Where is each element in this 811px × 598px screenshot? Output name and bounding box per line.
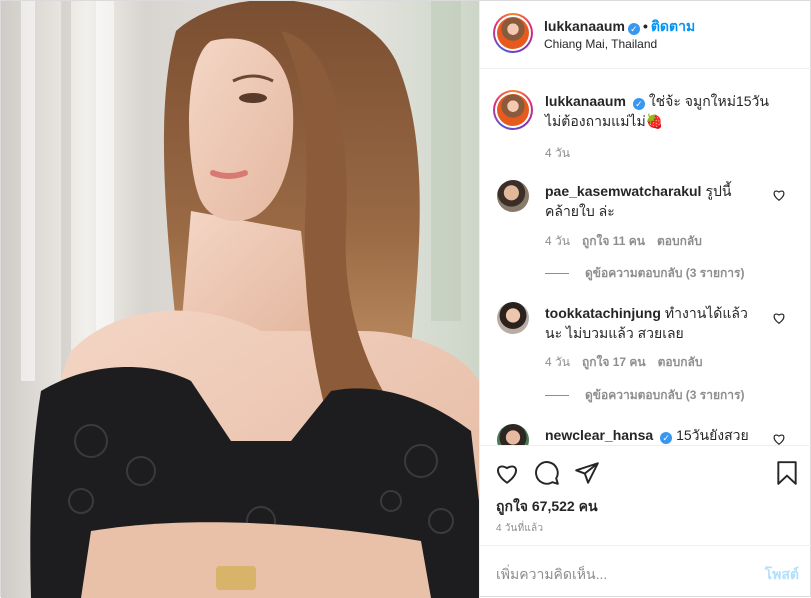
- commenter-avatar[interactable]: [497, 302, 529, 334]
- comment-username[interactable]: newclear_hansa: [545, 427, 653, 443]
- comment-text-block: tookkatachinjung ทำงานได้แล้วนะ ไม่บวมแล้…: [545, 303, 760, 343]
- post-actions: ถูกใจ 67,522 คน 4 วันที่แล้ว: [480, 445, 811, 545]
- caption-username[interactable]: lukkanaaum: [545, 93, 626, 109]
- comment-text-block: newclear_hansa ✓ 15วันยังสวย: [545, 425, 760, 445]
- comment-text: 15วันยังสวย: [676, 427, 749, 443]
- comment-meta: 4 วัน ถูกใจ 11 คน ตอบกลับ: [545, 232, 714, 251]
- follow-button[interactable]: ติดตาม: [651, 18, 695, 34]
- view-replies-text: ดูข้อความตอบกลับ (3 รายการ): [585, 388, 745, 402]
- commenter-avatar[interactable]: [497, 180, 529, 212]
- post-side-panel: lukkanaaum ✓ • ติดตาม Chiang Mai, Thailand …: [479, 1, 811, 598]
- post-header: lukkanaaum ✓ • ติดตาม Chiang Mai, Thailand: [480, 1, 811, 69]
- view-replies-button[interactable]: ดูข้อความตอบกลับ (3 รายการ): [545, 264, 744, 283]
- verified-badge-icon: ✓: [632, 98, 645, 110]
- comment-like-heart-icon[interactable]: [772, 188, 786, 202]
- post-comment-button[interactable]: โพสต์: [765, 564, 799, 586]
- caption-avatar[interactable]: [493, 90, 533, 130]
- add-comment-bar: เพิ่มความคิดเห็น... โพสต์: [480, 545, 811, 598]
- caption-time-text[interactable]: 4 วัน: [545, 146, 570, 160]
- location-link[interactable]: Chiang Mai, Thailand: [544, 37, 657, 51]
- likes-count[interactable]: ถูกใจ 67,522 คน: [496, 496, 598, 518]
- author-avatar[interactable]: [493, 13, 533, 53]
- separator-dot: •: [642, 18, 648, 34]
- view-replies-text: ดูข้อความตอบกลับ (3 รายการ): [585, 266, 745, 280]
- comment-username[interactable]: pae_kasemwatcharakul: [545, 183, 701, 199]
- reply-button[interactable]: ตอบกลับ: [657, 234, 702, 248]
- header-user-line: lukkanaaum ✓ • ติดตาม: [544, 16, 695, 38]
- comment-likes[interactable]: ถูกใจ 17 คน: [582, 355, 646, 369]
- post-photo[interactable]: [1, 1, 479, 598]
- verified-badge-icon: ✓: [660, 432, 673, 444]
- author-username[interactable]: lukkanaaum: [544, 18, 625, 34]
- comment-input[interactable]: เพิ่มความคิดเห็น...: [496, 564, 607, 586]
- instagram-post: lukkanaaum ✓ • ติดตาม Chiang Mai, Thailand …: [0, 0, 811, 598]
- comment-icon[interactable]: [534, 460, 560, 486]
- comment-meta: 4 วัน ถูกใจ 17 คน ตอบกลับ: [545, 353, 714, 372]
- caption-text-block: lukkanaaum ✓ ใช่จ้ะ จมูกใหม่15วัน ไม่ต้อง…: [545, 91, 785, 131]
- posted-time[interactable]: 4 วันที่แล้ว: [496, 521, 543, 536]
- comment-time[interactable]: 4 วัน: [545, 355, 570, 369]
- reply-button[interactable]: ตอบกลับ: [658, 355, 703, 369]
- comments-list[interactable]: lukkanaaum ✓ ใช่จ้ะ จมูกใหม่15วัน ไม่ต้อง…: [480, 70, 811, 445]
- view-replies-button[interactable]: ดูข้อความตอบกลับ (3 รายการ): [545, 386, 744, 405]
- heart-icon[interactable]: [494, 460, 520, 486]
- comment-like-heart-icon[interactable]: [772, 432, 786, 445]
- post-photo-image: [1, 1, 479, 598]
- comment-time[interactable]: 4 วัน: [545, 234, 570, 248]
- comment-likes[interactable]: ถูกใจ 11 คน: [582, 234, 645, 248]
- comment-username[interactable]: tookkatachinjung: [545, 305, 661, 321]
- bookmark-icon[interactable]: [774, 460, 800, 486]
- commenter-avatar[interactable]: [497, 424, 529, 445]
- comment-like-heart-icon[interactable]: [772, 311, 786, 325]
- share-icon[interactable]: [574, 460, 600, 486]
- comment-text-block: pae_kasemwatcharakul รูปนี้คล้ายใบ ล่ะ: [545, 181, 760, 221]
- caption-time: 4 วัน: [545, 144, 582, 163]
- verified-badge-icon: ✓: [627, 23, 640, 35]
